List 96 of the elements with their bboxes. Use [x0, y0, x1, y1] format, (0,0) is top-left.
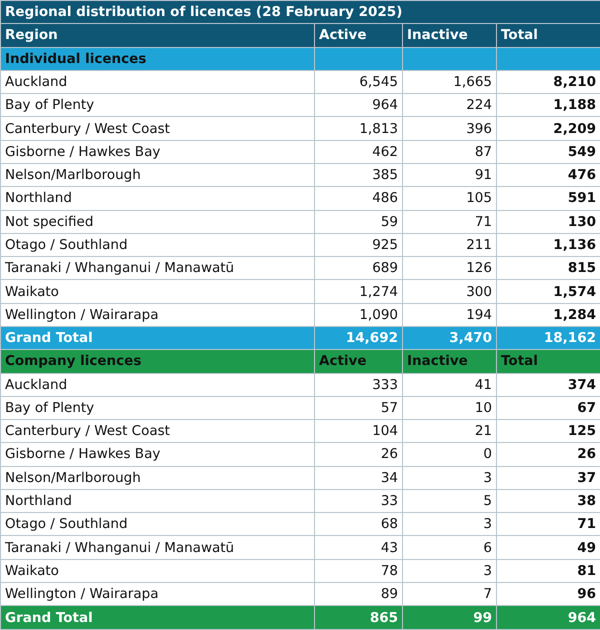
region-cell: Canterbury / West Coast	[0, 116, 314, 140]
table-title: Regional distribution of licences (28 February 2025)	[0, 0, 600, 24]
number-cell: 57	[314, 396, 402, 420]
number-cell: 91	[402, 163, 496, 187]
number-cell: 0	[402, 442, 496, 466]
number-cell: 105	[402, 186, 496, 210]
number-cell: 1,813	[314, 116, 402, 140]
number-cell: 549	[496, 140, 600, 164]
number-cell: 1,665	[402, 70, 496, 94]
number-cell: 385	[314, 163, 402, 187]
number-cell: 81	[496, 559, 600, 583]
region-cell: Waikato	[0, 559, 314, 583]
grand-total-label: Grand Total	[0, 606, 314, 630]
number-cell: 476	[496, 163, 600, 187]
number-cell: 71	[496, 512, 600, 536]
number-cell: 96	[496, 582, 600, 606]
number-cell: 89	[314, 582, 402, 606]
number-cell: 925	[314, 233, 402, 257]
region-cell: Nelson/Marlborough	[0, 466, 314, 490]
number-cell: 462	[314, 140, 402, 164]
region-cell: Wellington / Wairarapa	[0, 582, 314, 606]
region-cell: Nelson/Marlborough	[0, 163, 314, 187]
column-header: Active	[314, 350, 402, 373]
number-cell: 3	[402, 466, 496, 490]
column-header: Inactive	[402, 350, 496, 373]
region-cell: Taranaki / Whanganui / Manawatū	[0, 536, 314, 560]
number-cell: 1,284	[496, 303, 600, 326]
number-cell: 37	[496, 466, 600, 490]
region-cell: Northland	[0, 489, 314, 513]
number-cell: 224	[402, 94, 496, 117]
number-cell: 59	[314, 210, 402, 234]
number-cell: 41	[402, 373, 496, 396]
region-cell: Otago / Southland	[0, 233, 314, 257]
number-cell: 78	[314, 559, 402, 583]
number-cell: 815	[496, 256, 600, 280]
number-cell: 33	[314, 489, 402, 513]
number-cell: 333	[314, 373, 402, 396]
region-cell: Taranaki / Whanganui / Manawatū	[0, 256, 314, 280]
region-cell: Bay of Plenty	[0, 396, 314, 420]
number-cell: 194	[402, 303, 496, 326]
region-cell: Northland	[0, 186, 314, 210]
region-cell: Bay of Plenty	[0, 94, 314, 117]
region-cell: Auckland	[0, 70, 314, 94]
grand-total-cell: 865	[314, 606, 402, 630]
section-heading: Individual licences	[0, 47, 314, 70]
column-header: Region	[0, 24, 314, 48]
number-cell: 125	[496, 420, 600, 443]
number-cell: 68	[314, 512, 402, 536]
number-cell: 1,274	[314, 280, 402, 304]
number-cell: 130	[496, 210, 600, 234]
region-cell: Waikato	[0, 280, 314, 304]
number-cell: 300	[402, 280, 496, 304]
column-header: Active	[314, 24, 402, 48]
number-cell: 591	[496, 186, 600, 210]
number-cell: 6	[402, 536, 496, 560]
number-cell: 396	[402, 116, 496, 140]
number-cell: 21	[402, 420, 496, 443]
region-cell: Gisborne / Hawkes Bay	[0, 442, 314, 466]
region-cell: Otago / Southland	[0, 512, 314, 536]
number-cell: 3	[402, 559, 496, 583]
number-cell: 1,090	[314, 303, 402, 326]
number-cell: 43	[314, 536, 402, 560]
region-cell: Not specified	[0, 210, 314, 234]
number-cell: 1,188	[496, 94, 600, 117]
column-header: Total	[496, 24, 600, 48]
number-cell: 71	[402, 210, 496, 234]
column-header: Inactive	[402, 24, 496, 48]
number-cell: 104	[314, 420, 402, 443]
number-cell: 6,545	[314, 70, 402, 94]
number-cell: 211	[402, 233, 496, 257]
section-heading: Company licences	[0, 350, 314, 373]
number-cell: 10	[402, 396, 496, 420]
number-cell: 87	[402, 140, 496, 164]
number-cell: 964	[314, 94, 402, 117]
number-cell: 49	[496, 536, 600, 560]
number-cell: 126	[402, 256, 496, 280]
number-cell: 5	[402, 489, 496, 513]
number-cell: 8,210	[496, 70, 600, 94]
number-cell: 1,574	[496, 280, 600, 304]
grand-total-cell: 99	[402, 606, 496, 630]
region-cell: Canterbury / West Coast	[0, 420, 314, 443]
number-cell: 374	[496, 373, 600, 396]
number-cell: 38	[496, 489, 600, 513]
region-cell: Auckland	[0, 373, 314, 396]
number-cell: 26	[496, 442, 600, 466]
number-cell: 67	[496, 396, 600, 420]
number-cell: 486	[314, 186, 402, 210]
region-cell: Gisborne / Hawkes Bay	[0, 140, 314, 164]
number-cell: 7	[402, 582, 496, 606]
number-cell: 1,136	[496, 233, 600, 257]
number-cell: 3	[402, 512, 496, 536]
number-cell: 689	[314, 256, 402, 280]
number-cell: 26	[314, 442, 402, 466]
number-cell: 34	[314, 466, 402, 490]
region-cell: Wellington / Wairarapa	[0, 303, 314, 326]
number-cell: 2,209	[496, 116, 600, 140]
